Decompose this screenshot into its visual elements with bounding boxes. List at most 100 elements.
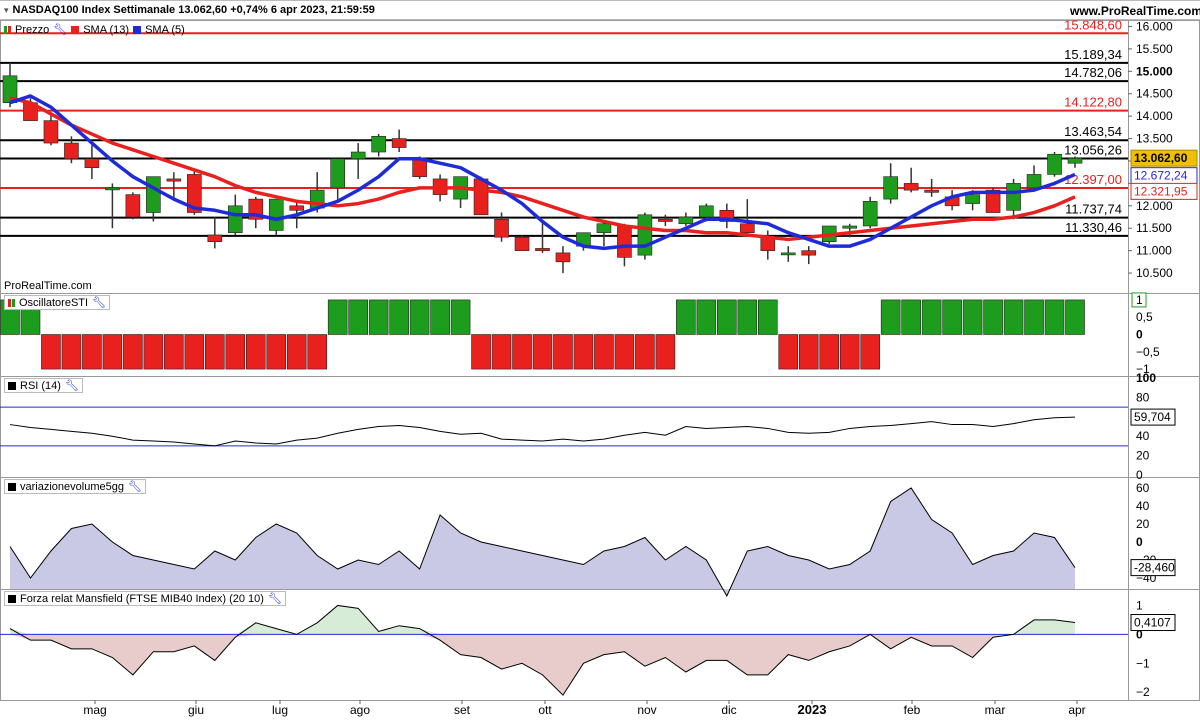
wrench-icon[interactable]: 🔧︎ (65, 379, 79, 392)
vol-tick-3: 0 (1136, 535, 1143, 549)
watermark: ProRealTime.com (4, 280, 92, 292)
rsi-legend[interactable]: RSI (14) 🔧︎ (4, 378, 83, 393)
mansfield-positive-area (10, 605, 1075, 635)
site-link[interactable]: www.ProRealTime.com (1070, 4, 1200, 18)
vol-value-label: -28,460 (1134, 561, 1175, 575)
mans-tick-2: −1 (1136, 656, 1150, 670)
candle-body-43 (883, 176, 898, 200)
price-tick-9: 11.500 (1136, 221, 1172, 235)
mans-tick-0: 1 (1136, 598, 1143, 612)
rsi-value-label: 59,704 (1134, 410, 1171, 424)
candle-body-23 (473, 178, 489, 216)
sti-bar-50 (1024, 299, 1044, 335)
candle-body-14 (289, 205, 305, 211)
sti-bar-4 (82, 334, 102, 370)
sti-bar-27 (553, 334, 573, 370)
vol-legend[interactable]: variazionevolume5gg 🔧︎ (4, 479, 146, 494)
sti-bar-33 (676, 299, 696, 335)
mansfield-negative-area (10, 634, 1075, 696)
level-label-7: 11.737,74 (1065, 202, 1122, 217)
sti-bar-9 (184, 334, 205, 370)
price-tick-1: 15.500 (1136, 42, 1173, 56)
sti-bar-18 (368, 299, 389, 335)
legend-sma5-swatch (133, 25, 142, 34)
vol-tick-1: 40 (1136, 499, 1150, 513)
x-axis-label-1: giu (188, 703, 204, 717)
candle-body-27 (555, 252, 571, 263)
sti-bar-34 (696, 299, 717, 335)
candle-body-30 (617, 225, 632, 258)
rsi-tick-4: 20 (1136, 449, 1150, 463)
sti-legend[interactable]: OscillatoreSTI 🔧︎ (4, 295, 111, 310)
candle-body-5 (105, 187, 120, 191)
wrench-icon[interactable]: 🔧︎ (92, 296, 106, 309)
candle-body-47 (965, 194, 980, 204)
candle-body-33 (678, 216, 694, 225)
mans-legend[interactable]: Forza relat Mansfield (FTSE MIB40 Index)… (4, 591, 286, 606)
price-badge-label-1: 12.672,24 (1134, 169, 1188, 183)
wrench-icon[interactable]: 🔧︎ (53, 23, 67, 36)
price-tick-3: 14.500 (1136, 87, 1173, 101)
rsi-tick-5: 0 (1136, 468, 1143, 482)
volume-area (10, 488, 1075, 596)
x-axis-label-5: ott (538, 703, 552, 717)
candle-body-51 (1047, 153, 1062, 175)
sti-bar-14 (286, 334, 307, 370)
x-axis-label-0: mag (83, 703, 106, 717)
panel-frame-rsi (0, 376, 1200, 478)
wrench-icon[interactable]: 🔧︎ (128, 480, 142, 493)
sti-bar-16 (327, 299, 348, 335)
level-label-5: 13.056,26 (1064, 142, 1122, 157)
price-legend: Prezzo 🔧︎ SMA (13) SMA (5) (4, 23, 185, 36)
x-axis-label-9: feb (904, 703, 921, 717)
sti-bar-32 (655, 334, 676, 370)
candle-body-11 (227, 205, 243, 234)
legend-sma13-swatch (71, 25, 80, 34)
sti-bar-30 (614, 334, 635, 370)
sti-bar-17 (348, 299, 368, 335)
mans-tick-3: −2 (1136, 685, 1150, 699)
candle-body-29 (596, 223, 612, 234)
sti-bar-29 (594, 334, 614, 370)
line-swatch-icon (8, 594, 16, 603)
candle-body-44 (903, 183, 919, 191)
sti-bar-49 (1003, 299, 1024, 335)
sti-bar-23 (471, 334, 491, 370)
price-tick-10: 11.000 (1136, 244, 1172, 258)
legend-sma13[interactable]: SMA (13) (83, 24, 129, 36)
x-axis-label-10: mar (985, 703, 1006, 717)
chart-workspace: 15.848,60 15.189,34 14.782,06 14.122,80 13.4… (0, 0, 1200, 720)
legend-prezzo[interactable]: Prezzo (15, 24, 49, 36)
sti-bar-21 (430, 299, 450, 335)
candle-body-41 (842, 225, 858, 229)
chart-title: NASDAQ100 Index Settimanale 13.062,60 +0… (12, 4, 375, 16)
sti-tick-3: −0,5 (1136, 345, 1160, 359)
sti-bar-43 (880, 299, 901, 335)
sti-bar-42 (860, 334, 880, 370)
sti-bar-37 (757, 299, 778, 335)
candle-body-13 (268, 198, 284, 231)
candle-body-8 (166, 178, 182, 182)
sti-bar-13 (266, 334, 287, 370)
vol-tick-0: 60 (1136, 481, 1150, 495)
price-tick-11: 10.500 (1136, 266, 1173, 280)
x-axis-label-8: 2023 (798, 702, 827, 717)
sti-icon (8, 298, 15, 307)
x-axis-label-4: set (454, 703, 471, 717)
line-swatch-icon (8, 482, 16, 491)
candle-body-17 (350, 151, 366, 160)
rsi-tick-3: 40 (1136, 429, 1150, 443)
candle-body-49 (1006, 183, 1021, 211)
wrench-icon[interactable]: 🔧︎ (268, 592, 282, 605)
candle-body-24 (494, 218, 509, 238)
legend-sma5[interactable]: SMA (5) (145, 24, 185, 36)
price-badge-label-2: 12.321,95 (1134, 184, 1188, 198)
collapse-icon[interactable]: ▾ (4, 5, 9, 16)
candle-body-42 (862, 201, 878, 227)
level-label-4: 13.463,54 (1064, 124, 1122, 139)
sti-bar-44 (901, 299, 921, 335)
sti-bar-41 (839, 334, 860, 370)
sti-bar-25 (512, 334, 532, 370)
candle-body-6 (125, 194, 141, 218)
level-label-0: 15.848,60 (1064, 17, 1122, 32)
